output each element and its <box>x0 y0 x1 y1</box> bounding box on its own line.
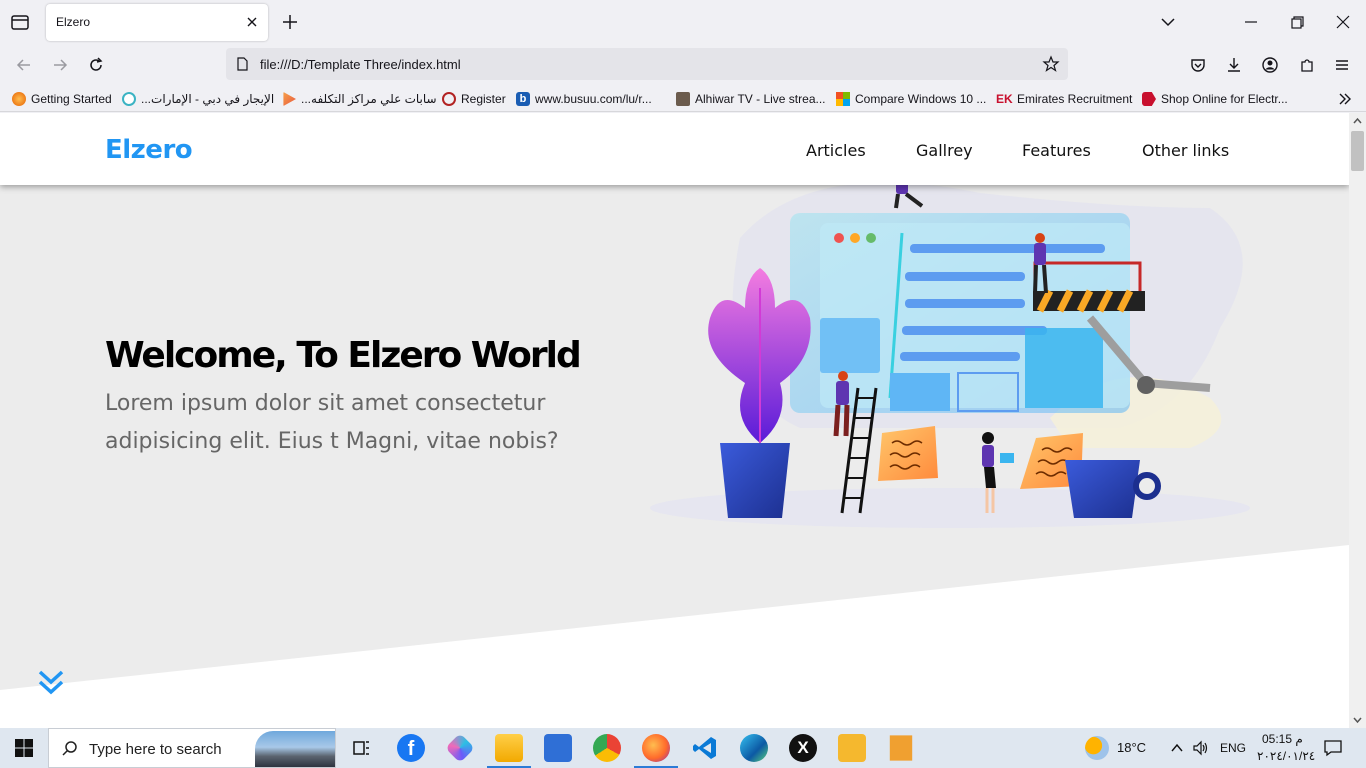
address-bar[interactable]: file:///D:/Template Three/index.html <box>226 48 1068 80</box>
taskbar-search-box[interactable]: Type here to search <box>48 728 336 768</box>
show-hidden-icons-icon[interactable] <box>1170 741 1184 755</box>
bookmark-item[interactable]: b www.busuu.com/lu/r... <box>516 90 652 108</box>
extensions-icon[interactable] <box>1297 55 1317 75</box>
reload-icon[interactable] <box>86 55 106 75</box>
bookmark-label: ...الإيجار في دبي - الإمارات <box>141 92 275 106</box>
chrome-icon[interactable] <box>593 734 621 762</box>
weather-icon[interactable] <box>1085 736 1109 760</box>
menu-icon[interactable] <box>1332 55 1352 75</box>
microsoft-store-icon[interactable] <box>544 734 572 762</box>
ek-icon: EK <box>996 92 1013 106</box>
media-player-icon[interactable] <box>889 735 913 761</box>
edge-icon[interactable] <box>740 734 768 762</box>
apple-icon <box>442 92 456 106</box>
browser-tab[interactable]: Elzero <box>46 4 268 41</box>
clock-time[interactable]: 05:15 م <box>1262 732 1303 746</box>
url-text[interactable]: file:///D:/Template Three/index.html <box>260 57 461 72</box>
bookmark-label: Getting Started <box>31 92 112 106</box>
busuu-icon: b <box>516 92 530 106</box>
new-tab-icon[interactable] <box>280 12 300 32</box>
windows-icon <box>836 92 850 106</box>
nav-link-articles[interactable]: Articles <box>806 141 866 160</box>
windows-taskbar: Type here to search f X 18°C ENG 05:15 م… <box>0 728 1366 768</box>
page-scrollbar[interactable] <box>1349 113 1366 728</box>
weather-temperature[interactable]: 18°C <box>1117 740 1146 755</box>
navigation-toolbar: file:///D:/Template Three/index.html <box>0 44 1366 86</box>
bookmark-item[interactable]: Compare Windows 10 ... <box>836 90 986 108</box>
windows-start-icon[interactable] <box>14 738 34 758</box>
close-tab-icon[interactable] <box>244 14 260 30</box>
task-view-icon[interactable] <box>347 734 375 762</box>
bookmark-label: Alhiwar TV - Live strea... <box>695 92 826 106</box>
bookmark-item[interactable]: ...الإيجار في دبي - الإمارات <box>122 90 274 108</box>
hero-title: Welcome, To Elzero World <box>105 335 582 376</box>
bookmark-label: Compare Windows 10 ... <box>855 92 987 106</box>
bookmark-label: Register <box>461 92 506 106</box>
bookmark-label: Emirates Recruitment <box>1017 92 1133 106</box>
bookmark-item[interactable]: Shop Online for Electr... <box>1142 90 1288 108</box>
nav-link-features[interactable]: Features <box>1022 141 1091 160</box>
bookmark-label: Shop Online for Electr... <box>1161 92 1288 106</box>
account-icon[interactable] <box>1260 55 1280 75</box>
input-language[interactable]: ENG <box>1220 741 1246 755</box>
notifications-icon[interactable] <box>1323 739 1343 757</box>
tab-bar: Elzero <box>0 0 1366 44</box>
vscode-icon[interactable] <box>691 734 719 762</box>
scroll-down-arrow-icon[interactable] <box>36 667 66 697</box>
site-header: Elzero Articles Gallrey Features Other l… <box>0 113 1349 185</box>
file-icon <box>237 57 248 71</box>
copilot-icon[interactable] <box>445 733 475 763</box>
minimize-icon[interactable] <box>1241 12 1261 32</box>
play-icon <box>283 92 296 106</box>
bookmark-star-icon[interactable] <box>1042 55 1060 73</box>
bookmarks-toolbar: Getting Started ...الإيجار في دبي - الإم… <box>0 86 1366 112</box>
tab-list-icon[interactable] <box>8 11 32 33</box>
leaf-icon <box>122 92 136 106</box>
nav-link-gallery[interactable]: Gallrey <box>916 141 973 160</box>
more-bookmarks-icon[interactable] <box>1337 91 1353 107</box>
facebook-icon[interactable]: f <box>397 734 425 762</box>
search-icon <box>62 741 77 756</box>
shop-icon <box>1142 92 1156 106</box>
firefox-icon[interactable] <box>634 734 678 768</box>
scrollbar-thumb[interactable] <box>1351 131 1364 171</box>
x-icon[interactable]: X <box>789 734 817 762</box>
volume-icon[interactable] <box>1192 739 1210 757</box>
bookmark-label: www.busuu.com/lu/r... <box>535 92 652 106</box>
clock-date[interactable]: ٢٠٢٤/٠١/٢٤ <box>1257 749 1315 763</box>
scroll-down-icon[interactable] <box>1352 714 1363 725</box>
tv-icon <box>676 92 690 106</box>
restore-icon[interactable] <box>1287 12 1307 32</box>
bookmark-item[interactable]: ...سابات علي مراكز التكلفه <box>282 90 437 108</box>
firefox-icon <box>12 92 26 106</box>
list-all-tabs-icon[interactable] <box>1158 12 1178 32</box>
bookmark-item[interactable]: EK Emirates Recruitment <box>996 90 1132 108</box>
bookmark-item[interactable]: Getting Started <box>12 90 112 108</box>
hero-text: Lorem ipsum dolor sit amet consectetur a… <box>105 391 559 454</box>
file-explorer-icon[interactable] <box>487 734 531 768</box>
nav-link-other-links[interactable]: Other links <box>1142 141 1229 160</box>
pocket-icon[interactable] <box>1188 55 1208 75</box>
bookmark-label: ...سابات علي مراكز التكلفه <box>301 92 437 106</box>
notes-app-icon[interactable] <box>838 734 866 762</box>
site-logo[interactable]: Elzero <box>105 135 193 165</box>
page-viewport: Elzero Articles Gallrey Features Other l… <box>0 113 1349 728</box>
forward-icon[interactable] <box>50 55 70 75</box>
sticky-note <box>878 426 938 481</box>
search-placeholder: Type here to search <box>89 741 222 758</box>
tab-title: Elzero <box>56 15 91 29</box>
close-window-icon[interactable] <box>1333 12 1353 32</box>
downloads-icon[interactable] <box>1224 55 1244 75</box>
bookmark-item[interactable]: Alhiwar TV - Live strea... <box>676 90 826 108</box>
back-icon[interactable] <box>14 55 34 75</box>
search-highlight-image <box>255 731 335 767</box>
hero-illustration <box>650 168 1250 528</box>
bookmark-item[interactable]: Register <box>442 90 506 108</box>
scroll-up-icon[interactable] <box>1352 116 1363 127</box>
